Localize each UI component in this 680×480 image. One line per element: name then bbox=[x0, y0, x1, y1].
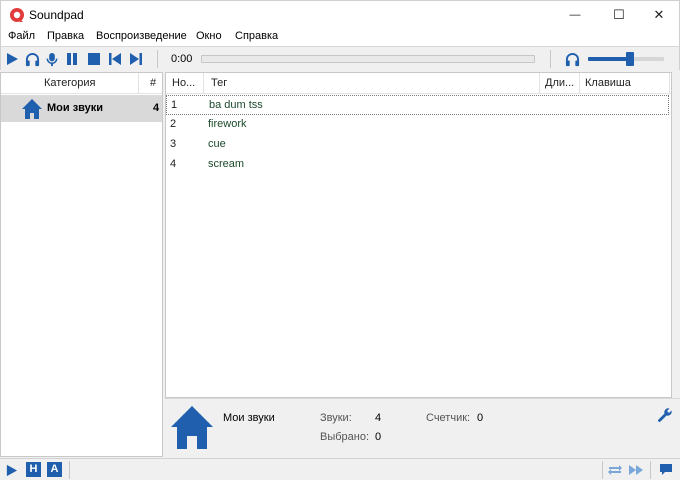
home-icon bbox=[171, 406, 213, 449]
sound-tag: ba dum tss bbox=[209, 99, 263, 111]
hotkeys-toggle-button[interactable]: H bbox=[26, 462, 41, 477]
menu-window[interactable]: Окно bbox=[196, 30, 222, 42]
column-divider bbox=[539, 73, 540, 94]
playback-time: 0:00 bbox=[171, 53, 193, 65]
next-icon bbox=[130, 53, 142, 65]
chat-bubble-icon bbox=[660, 464, 672, 475]
menu-file[interactable]: Файл bbox=[8, 30, 35, 42]
volume-slider-thumb[interactable] bbox=[626, 52, 634, 66]
play-counter-label: Счетчик: bbox=[426, 412, 471, 424]
sounds-count-label: Звуки: bbox=[320, 412, 352, 424]
pause-button[interactable] bbox=[64, 51, 80, 67]
minimize-button[interactable]: — bbox=[553, 1, 597, 29]
menu-playback[interactable]: Воспроизведение bbox=[96, 30, 187, 42]
soundpad-logo-icon bbox=[10, 8, 24, 22]
hotkey-column-header[interactable]: Клавиша bbox=[585, 77, 631, 89]
status-separator bbox=[650, 461, 651, 479]
stop-button[interactable] bbox=[86, 51, 102, 67]
previous-button[interactable] bbox=[107, 51, 123, 67]
menu-help[interactable]: Справка bbox=[235, 30, 278, 42]
seek-bar[interactable] bbox=[201, 55, 535, 63]
category-item-my-sounds[interactable]: Мои звуки 4 bbox=[1, 95, 162, 122]
sound-row[interactable]: 2 firework bbox=[166, 115, 671, 135]
status-separator bbox=[69, 461, 70, 479]
sound-number: 3 bbox=[170, 138, 177, 150]
category-column-header[interactable]: Категория bbox=[44, 77, 95, 89]
maximize-icon: ☐ bbox=[613, 7, 625, 22]
repeat-button[interactable] bbox=[607, 462, 623, 478]
sound-tag: scream bbox=[208, 158, 245, 170]
wrench-icon[interactable] bbox=[657, 407, 673, 423]
window-title: Soundpad bbox=[29, 8, 84, 22]
status-play-button[interactable] bbox=[3, 462, 19, 478]
volume-headphones-button[interactable] bbox=[564, 51, 580, 67]
volume-level bbox=[588, 57, 630, 61]
info-category-name: Мои звуки bbox=[223, 412, 275, 424]
duration-column-header[interactable]: Дли... bbox=[545, 77, 574, 89]
previous-icon bbox=[109, 53, 121, 65]
fast-forward-button[interactable] bbox=[628, 462, 644, 478]
maximize-button[interactable]: ☐ bbox=[597, 1, 641, 29]
toolbar-separator bbox=[157, 50, 158, 68]
sound-list-panel: Но... Тег Дли... Клавиша 1 ba dum tss 2 … bbox=[165, 72, 672, 398]
sound-tag: firework bbox=[208, 118, 247, 130]
sounds-count-value: 4 bbox=[375, 412, 382, 424]
column-divider bbox=[138, 73, 139, 94]
close-icon: ✕ bbox=[653, 7, 665, 22]
stop-icon bbox=[88, 53, 100, 65]
pause-icon bbox=[67, 53, 77, 65]
sound-number: 2 bbox=[170, 118, 177, 130]
selected-count-label: Выбрано: bbox=[320, 431, 370, 443]
play-icon bbox=[7, 53, 18, 65]
toolbar-separator bbox=[550, 50, 551, 68]
number-column-header[interactable]: Но... bbox=[172, 77, 195, 89]
microphone-icon bbox=[46, 52, 58, 66]
status-separator bbox=[602, 461, 603, 479]
menu-edit[interactable]: Правка bbox=[47, 30, 84, 42]
headphones-icon bbox=[565, 52, 579, 66]
close-button[interactable]: ✕ bbox=[637, 1, 680, 29]
sound-tag: cue bbox=[208, 138, 226, 150]
minimize-icon: — bbox=[569, 9, 581, 21]
repeat-icon bbox=[608, 465, 622, 475]
sound-number: 1 bbox=[171, 99, 178, 111]
category-name: Мои звуки bbox=[47, 102, 104, 114]
menu-bar: Файл Правка Воспроизведение Окно Справка bbox=[0, 28, 680, 46]
column-divider bbox=[203, 73, 204, 94]
status-bar: H A bbox=[0, 458, 680, 480]
sound-row[interactable]: 3 cue bbox=[166, 135, 671, 155]
autoplay-toggle-button[interactable]: A bbox=[47, 462, 62, 477]
headphones-icon bbox=[25, 52, 39, 66]
player-toolbar: 0:00 bbox=[0, 46, 680, 70]
tag-column-header[interactable]: Тег bbox=[211, 77, 227, 89]
chat-button[interactable] bbox=[658, 462, 674, 478]
play-icon bbox=[6, 464, 17, 476]
sound-list-header: Но... Тег Дли... Клавиша bbox=[166, 73, 671, 94]
play-counter-value: 0 bbox=[477, 412, 484, 424]
column-divider bbox=[579, 73, 580, 94]
sound-row[interactable]: 4 scream bbox=[166, 155, 671, 175]
selected-count-value: 0 bbox=[375, 431, 382, 443]
count-column-header[interactable]: # bbox=[150, 77, 156, 89]
home-icon bbox=[22, 99, 42, 119]
fast-forward-icon bbox=[629, 465, 643, 475]
sound-number: 4 bbox=[170, 158, 177, 170]
category-count: 4 bbox=[153, 102, 160, 114]
play-microphone-button[interactable] bbox=[44, 51, 60, 67]
category-panel: Категория # Мои звуки 4 bbox=[0, 72, 163, 457]
category-info-panel: Мои звуки Звуки: 4 Счетчик: 0 Выбрано: 0 bbox=[165, 398, 680, 457]
play-button[interactable] bbox=[4, 51, 20, 67]
category-header: Категория # bbox=[1, 73, 162, 94]
title-bar: Soundpad — ☐ ✕ bbox=[0, 0, 680, 28]
play-headphones-button[interactable] bbox=[24, 51, 40, 67]
sound-row[interactable]: 1 ba dum tss bbox=[166, 95, 669, 115]
next-button[interactable] bbox=[128, 51, 144, 67]
column-divider bbox=[669, 73, 670, 94]
